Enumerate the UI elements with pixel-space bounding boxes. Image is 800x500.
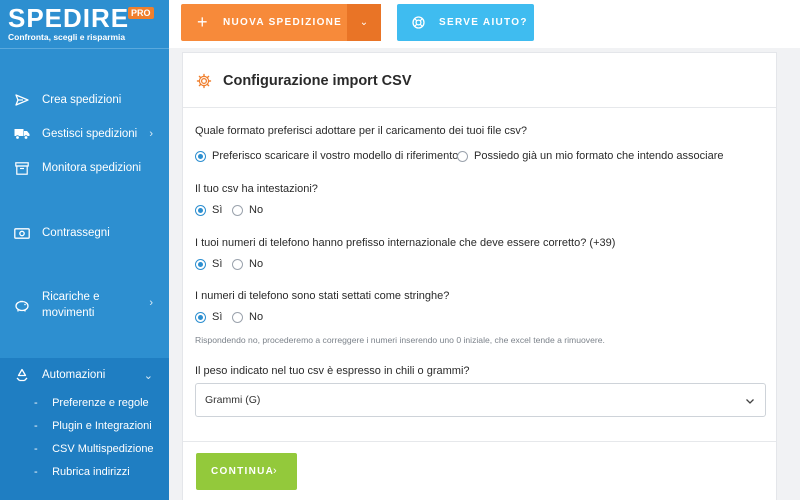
lifebuoy-icon (412, 16, 425, 29)
continue-label: CONTINUA (211, 466, 275, 477)
sidebar-subitem-csv-multispedizione[interactable]: - CSV Multispedizione (34, 443, 154, 455)
sidebar-item-label: Gestisci spedizioni (42, 128, 138, 140)
plus-icon: + (197, 12, 208, 32)
radio-label: Sì (212, 204, 223, 216)
card-title: Configurazione import CSV (223, 73, 412, 89)
sub-item-prefix: - (34, 420, 38, 432)
new-shipment-label: NUOVA SPEDIZIONE (223, 17, 343, 28)
sidebar-item-crea-spedizioni[interactable]: Crea spedizioni (0, 92, 169, 108)
radio-label: No (249, 204, 264, 216)
brand-logo[interactable]: SPEDIRE PRO Confronta, scegli e risparmi… (0, 0, 169, 48)
recycle-icon (14, 367, 30, 383)
logo-tagline: Confronta, scegli e risparmia (8, 32, 126, 42)
radio-label: No (249, 311, 264, 323)
radio-headers-no[interactable]: No (232, 204, 263, 216)
footer-divider (183, 441, 776, 442)
sub-item-label: Rubrica indirizzi (52, 466, 130, 478)
chevron-down-icon: ⌄ (359, 17, 369, 28)
question-phone-string: I numeri di telefono sono stati settati … (195, 290, 450, 302)
sub-item-label: Preferenze e regole (52, 397, 149, 409)
radio-string-yes[interactable]: Sì (195, 311, 222, 323)
sidebar-item-ricariche-movimenti[interactable]: Ricariche e movimenti › (0, 289, 169, 321)
radio-label: No (249, 258, 264, 270)
question-headers: Il tuo csv ha intestazioni? (195, 183, 318, 195)
chevron-down-icon: ⌄ (143, 369, 153, 382)
question-csv-format: Quale formato preferisci adottare per il… (195, 125, 527, 137)
radio-label: Preferisco scaricare il vostro modello d… (212, 150, 459, 162)
radio-label: Sì (212, 311, 223, 323)
sidebar-item-label-line1: Ricariche e (42, 291, 100, 303)
archive-box-icon (14, 160, 30, 176)
sub-item-prefix: - (34, 443, 38, 455)
help-button[interactable]: SERVE AIUTO? (397, 4, 534, 41)
question-phone-prefix: I tuoi numeri di telefono hanno prefisso… (195, 237, 616, 249)
card-header: Configurazione import CSV (183, 53, 776, 108)
radio-unselected[interactable] (232, 258, 243, 270)
continue-button[interactable]: CONTINUA › (196, 453, 297, 490)
sidebar-subitem-rubrica[interactable]: - Rubrica indirizzi (34, 466, 130, 478)
banknote-icon (14, 225, 30, 241)
chevron-right-icon: › (273, 465, 277, 477)
sidebar-subitem-plugin[interactable]: - Plugin e Integrazioni (34, 420, 152, 432)
new-shipment-dropdown-toggle[interactable]: ⌄ (347, 4, 381, 41)
radio-option-own-format[interactable]: Possiedo già un mio formato che intendo … (457, 150, 723, 162)
chevron-right-icon: › (149, 128, 153, 140)
sidebar-item-contrassegni[interactable]: Contrassegni (0, 225, 169, 241)
radio-selected[interactable] (195, 311, 206, 323)
select-value: Grammi (G) (205, 394, 261, 406)
sub-item-label: CSV Multispedizione (52, 443, 154, 455)
pro-badge: PRO (128, 7, 154, 19)
sidebar-item-monitora-spedizioni[interactable]: Monitora spedizioni (0, 160, 169, 176)
radio-selected[interactable] (195, 150, 206, 162)
paper-plane-icon (14, 92, 30, 108)
sidebar-item-label-line2: movimenti (42, 307, 95, 319)
radio-string-no[interactable]: No (232, 311, 263, 323)
help-label: SERVE AIUTO? (439, 17, 528, 28)
hint-text: Rispondendo no, procederemo a correggere… (195, 335, 605, 345)
sub-item-prefix: - (34, 466, 38, 478)
sidebar-item-gestisci-spedizioni[interactable]: Gestisci spedizioni › (0, 126, 169, 142)
weight-unit-select[interactable]: Grammi (G) (195, 383, 766, 417)
new-shipment-button[interactable]: + NUOVA SPEDIZIONE ⌄ (181, 4, 381, 41)
sidebar-divider (0, 48, 169, 49)
chevron-down-icon (744, 394, 756, 406)
truck-icon (14, 126, 30, 142)
sidebar-item-automazioni[interactable]: Automazioni ⌄ (0, 367, 169, 383)
sidebar-item-label: Monitora spedizioni (42, 162, 142, 174)
csv-config-card: Configurazione import CSV Quale formato … (182, 52, 777, 500)
sidebar-item-label: Crea spedizioni (42, 94, 122, 106)
radio-unselected[interactable] (232, 204, 243, 216)
radio-label: Possiedo già un mio formato che intendo … (474, 150, 724, 162)
sidebar-item-label: Automazioni (42, 369, 106, 381)
radio-prefix-yes[interactable]: Sì (195, 258, 222, 270)
question-weight-unit: Il peso indicato nel tuo csv è espresso … (195, 365, 470, 377)
gear-icon (196, 73, 212, 89)
chevron-right-icon: › (149, 297, 153, 309)
sidebar-item-label: Contrassegni (42, 227, 110, 239)
radio-selected[interactable] (195, 258, 206, 270)
radio-prefix-no[interactable]: No (232, 258, 263, 270)
radio-selected[interactable] (195, 204, 206, 216)
piggy-bank-icon (14, 297, 30, 313)
radio-unselected[interactable] (457, 150, 468, 162)
radio-option-model[interactable]: Preferisco scaricare il vostro modello d… (195, 150, 458, 162)
radio-headers-yes[interactable]: Sì (195, 204, 222, 216)
radio-label: Sì (212, 258, 223, 270)
sub-item-label: Plugin e Integrazioni (52, 420, 152, 432)
sub-item-prefix: - (34, 397, 38, 409)
sidebar-subitem-preferenze[interactable]: - Preferenze e regole (34, 397, 149, 409)
radio-unselected[interactable] (232, 311, 243, 323)
sidebar: SPEDIRE PRO Confronta, scegli e risparmi… (0, 0, 169, 500)
